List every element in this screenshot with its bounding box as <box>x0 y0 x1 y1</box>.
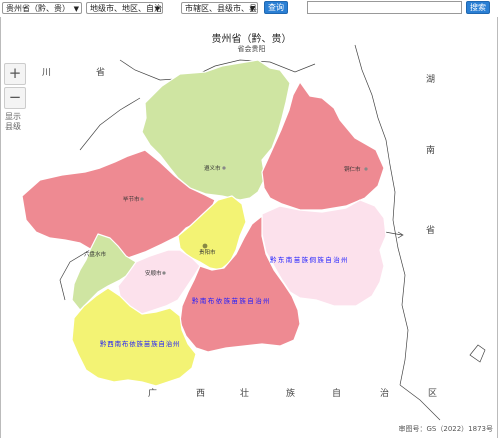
city-label-zunyi[interactable]: 遵义市 <box>204 164 221 172</box>
bijie-outer-border <box>79 97 141 151</box>
neighbor-guangxi-2: 西 <box>196 389 206 399</box>
zoom-out-button[interactable]: − <box>4 87 26 109</box>
city-label-liupanshui[interactable]: 六盘水市 <box>84 250 106 258</box>
neighbor-guangxi-4: 族 <box>286 389 296 399</box>
neighbor-guangxi-1: 广 <box>148 389 158 399</box>
neighbor-guangxi-7: 区 <box>428 389 438 399</box>
show-county-button[interactable]: 显示县级 <box>4 112 22 132</box>
city-label-qianxinan[interactable]: 黔西南布依族苗族自治州 <box>100 338 180 348</box>
city-label-bijie[interactable]: 毕节市 <box>123 195 140 203</box>
map-title: 贵州省（黔、贵） <box>211 34 292 45</box>
arrow-line <box>384 231 403 236</box>
anshun-marker <box>162 271 166 275</box>
neighbor-guangxi-3: 壮 <box>240 389 250 399</box>
zunyi-marker <box>222 166 226 170</box>
city-label-qiandongnan[interactable]: 黔东南苗族侗族自治州 <box>270 254 349 264</box>
city-label-tongren[interactable]: 铜仁市 <box>344 165 361 173</box>
city-label-guiyang[interactable]: 贵阳市 <box>199 248 216 256</box>
river-mark <box>469 344 486 363</box>
neighbor-hunan-3: 省 <box>426 226 436 236</box>
map-subtitle: 省会贵阳 <box>237 45 266 53</box>
map-approval-number: 审图号：GS（2022）1873号 <box>398 425 494 433</box>
neighbor-hunan-1: 湖 <box>426 75 436 85</box>
neighbor-sichuan-2: 省 <box>96 68 106 78</box>
tongren-marker <box>364 167 368 171</box>
neighbor-sichuan-1: 川 <box>42 68 52 78</box>
city-label-anshun[interactable]: 安顺市 <box>145 269 162 277</box>
city-regions <box>21 59 387 387</box>
map-svg[interactable] <box>0 0 503 438</box>
bijie-marker <box>140 197 144 201</box>
neighbor-guangxi-5: 自 <box>332 389 342 399</box>
city-label-qiannan[interactable]: 黔南布依族苗族自治州 <box>192 295 271 305</box>
neighbor-guangxi-6: 治 <box>380 389 390 399</box>
zoom-in-button[interactable]: + <box>4 63 26 85</box>
neighbor-hunan-2: 南 <box>426 146 436 156</box>
